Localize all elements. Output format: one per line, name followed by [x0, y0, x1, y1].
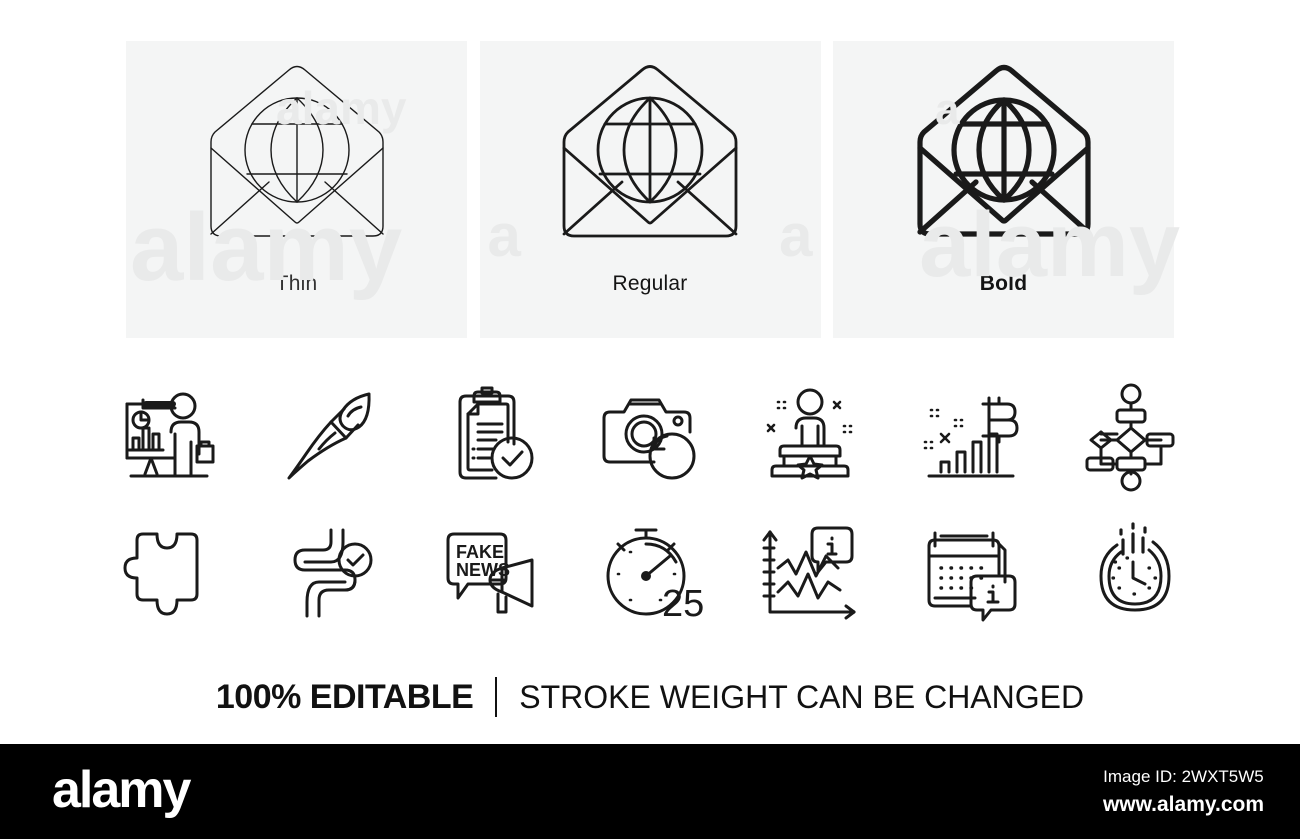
fast-time-icon[interactable] [1066, 507, 1196, 637]
alamy-url: www.alamy.com [1102, 792, 1264, 816]
footer-credit: Image ID: 2WXT5W5 www.alamy.com [1103, 764, 1264, 819]
calendar-info-icon[interactable] [906, 507, 1036, 637]
block-diagram-icon[interactable] [1066, 371, 1196, 501]
bitcoin-graph-icon[interactable] [906, 371, 1036, 501]
panel-bold[interactable]: a alamy Bold [833, 41, 1180, 338]
timer-icon[interactable]: 25 [585, 507, 715, 637]
icon-grid: FAKE NEWS 25 [104, 368, 1196, 640]
presentation-icon[interactable] [104, 371, 234, 501]
checklist-icon[interactable] [425, 371, 555, 501]
tagline-regular: STROKE WEIGHT CAN BE CHANGED [519, 678, 1085, 715]
alamy-logo: alamy [52, 761, 191, 819]
info-chart-icon[interactable] [745, 507, 875, 637]
tagline: 100% EDITABLE STROKE WEIGHT CAN BE CHANG… [0, 666, 1300, 728]
panel-regular[interactable]: a a Regular [479, 41, 821, 338]
open-mail-globe-icon-thin [126, 41, 467, 273]
tagline-bold: 100% EDITABLE [215, 677, 474, 716]
icon-row-1 [104, 368, 1196, 504]
panel-thin[interactable]: alamy alamy Thin [126, 41, 467, 338]
alamy-footer-bar: alamy Image ID: 2WXT5W5 www.alamy.com [0, 744, 1300, 839]
icon-row-2: FAKE NEWS 25 [104, 504, 1196, 640]
open-mail-globe-icon-regular [480, 41, 821, 273]
tagline-separator [495, 677, 498, 717]
photo-recovery-icon[interactable] [585, 371, 715, 501]
fake-news-line1: FAKE [456, 542, 504, 562]
panel-label-bold: Bold [979, 272, 1028, 295]
winner-podium-icon[interactable] [745, 371, 875, 501]
weight-panels: alamy alamy Thin a a Regular a alamy Bol… [126, 41, 1180, 338]
panel-label-thin: Thin [275, 272, 318, 295]
fake-news-icon[interactable]: FAKE NEWS [425, 507, 555, 637]
intestine-check-icon[interactable] [264, 507, 394, 637]
artboard: alamy alamy Thin a a Regular a alamy Bol… [0, 0, 1300, 740]
image-id-label: Image ID: 2WXT5W5 [1103, 767, 1264, 786]
timer-value: 25 [662, 583, 704, 625]
open-mail-globe-icon-bold [833, 41, 1174, 273]
puzzle-icon[interactable] [104, 507, 234, 637]
panel-label-regular: Regular [612, 272, 688, 295]
paint-brush-icon[interactable] [264, 371, 394, 501]
